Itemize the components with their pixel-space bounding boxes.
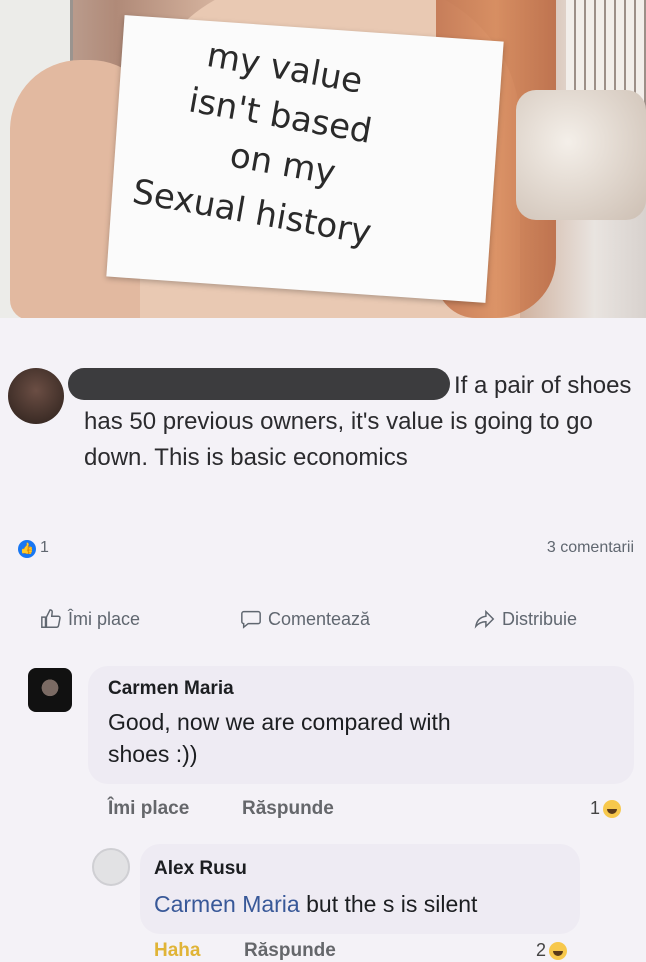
commenter-name[interactable]: Alex Rusu [154, 858, 247, 880]
photo-pillow [516, 90, 646, 220]
comment-icon [241, 610, 261, 629]
comment-button[interactable]: Comentează [240, 608, 370, 630]
comment-section: If a pair of shoes has 50 previous owner… [0, 318, 646, 962]
comment-like-link[interactable]: Îmi place [108, 798, 189, 820]
comment-count[interactable]: 3 comentarii [547, 539, 634, 557]
reaction-count: 2 [536, 940, 547, 960]
comment-label: Comentează [268, 608, 371, 629]
like-count[interactable]: 1 [40, 539, 49, 557]
comment-text: shoes :)) [108, 741, 198, 767]
haha-icon [603, 799, 622, 818]
avatar[interactable] [92, 848, 130, 886]
reply-reply-link[interactable]: Răspunde [244, 940, 336, 962]
mention-link[interactable]: Carmen Maria [154, 891, 300, 917]
post-comment-text: If a pair of shoes has 50 previous owner… [84, 372, 632, 471]
comment-bubble: Carmen Maria Good, now we are compared w… [88, 666, 634, 784]
comment-reactions[interactable]: 1 [590, 798, 622, 819]
avatar[interactable] [8, 368, 64, 424]
reply-text: Carmen Maria but the s is silent [154, 888, 477, 920]
like-button[interactable]: Îmi place [40, 608, 140, 630]
handwritten-sign: my value isn't based on my Sexual histor… [106, 15, 504, 303]
avatar[interactable] [28, 668, 72, 712]
action-bar: Îmi place Comentează Distribuie [0, 608, 646, 636]
post-photo[interactable]: my value isn't based on my Sexual histor… [0, 0, 646, 318]
like-reaction-icon[interactable]: 👍 [18, 540, 36, 558]
haha-icon [549, 941, 568, 960]
commenter-name[interactable]: Carmen Maria [108, 678, 234, 700]
share-icon [474, 609, 495, 629]
reply-bubble: Alex Rusu Carmen Maria but the s is sile… [140, 844, 580, 934]
reply-haha-link[interactable]: Haha [154, 940, 200, 962]
comment-text: Good, now we are compared with [108, 709, 451, 735]
sign-line: Sexual history [129, 171, 375, 254]
reply-reactions[interactable]: 2 [536, 940, 568, 961]
sign-line: on my [226, 135, 339, 194]
share-label: Distribuie [502, 608, 578, 629]
share-button[interactable]: Distribuie [474, 608, 577, 630]
comment-reply-link[interactable]: Răspunde [242, 798, 334, 820]
thumbs-up-icon [41, 609, 61, 628]
like-label: Îmi place [68, 608, 141, 629]
post-stats: 👍 1 3 comentarii [0, 538, 646, 562]
reply-body: but the s is silent [299, 891, 478, 917]
reaction-count: 1 [590, 798, 601, 818]
